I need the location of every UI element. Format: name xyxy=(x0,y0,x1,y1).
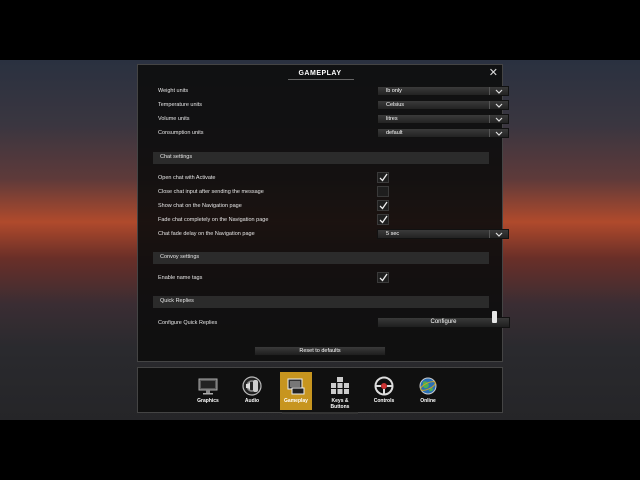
category-keys-buttons[interactable]: Keys & Buttons xyxy=(324,372,356,410)
fade-chat-checkbox[interactable] xyxy=(377,214,389,225)
chevron-down-icon xyxy=(489,129,508,137)
weight-units-dropdown[interactable]: lb only xyxy=(377,86,509,96)
open-chat-row: Open chat with Activate xyxy=(158,172,490,185)
temperature-units-label: Temperature units xyxy=(158,102,203,108)
close-chat-label: Close chat input after sending the messa… xyxy=(158,189,264,195)
fade-delay-dropdown[interactable]: 5 sec xyxy=(377,229,509,239)
checkmark-icon xyxy=(379,273,388,282)
temperature-units-row: Temperature units Celsius xyxy=(158,100,509,112)
fade-delay-label: Chat fade delay on the Navigation page xyxy=(158,231,255,237)
monitor-icon xyxy=(198,378,218,395)
category-graphics[interactable]: Graphics xyxy=(192,372,224,410)
show-chat-checkbox[interactable] xyxy=(377,200,389,211)
chevron-down-icon xyxy=(489,115,508,123)
section-title: Chat settings xyxy=(160,154,193,160)
steering-wheel-icon xyxy=(374,376,394,396)
configure-quick-replies-row: Configure Quick Replies Configure xyxy=(158,317,510,330)
category-controls[interactable]: Controls xyxy=(368,372,400,410)
close-icon[interactable]: ✕ xyxy=(489,67,498,79)
letterbox-bottom xyxy=(0,420,640,480)
category-label: Keys & Buttons xyxy=(330,398,350,410)
category-online[interactable]: Online xyxy=(412,372,444,410)
checkmark-icon xyxy=(379,215,388,224)
name-tags-label: Enable name tags xyxy=(158,275,203,281)
category-label: Gameplay xyxy=(284,398,308,404)
weight-units-label: Weight units xyxy=(158,88,189,94)
keyboard-icon xyxy=(331,377,349,394)
category-bar: Graphics Audio Gameplay Keys & Buttons C… xyxy=(137,367,503,413)
dropdown-value: Celsius xyxy=(386,102,405,108)
close-chat-row: Close chat input after sending the messa… xyxy=(158,186,490,199)
chevron-down-icon xyxy=(489,101,508,109)
letterbox-top xyxy=(0,0,640,60)
category-audio[interactable]: Audio xyxy=(236,372,268,410)
fade-delay-row: Chat fade delay on the Navigation page 5… xyxy=(158,229,509,241)
volume-units-label: Volume units xyxy=(158,116,190,122)
name-tags-checkbox[interactable] xyxy=(377,272,389,283)
dropdown-value: lb only xyxy=(386,88,402,94)
volume-units-dropdown[interactable]: litres xyxy=(377,114,509,124)
show-chat-row: Show chat on the Navigation page xyxy=(158,200,490,213)
name-tags-row: Enable name tags xyxy=(158,272,490,285)
speaker-icon xyxy=(242,376,262,396)
section-title: Quick Replies xyxy=(160,298,194,304)
chevron-down-icon xyxy=(489,87,508,95)
configure-button[interactable]: Configure xyxy=(377,317,510,328)
category-bar-notch xyxy=(282,412,358,414)
dropdown-value: default xyxy=(386,130,403,136)
weight-units-row: Weight units lb only xyxy=(158,86,509,98)
gameplay-icon xyxy=(287,378,305,395)
show-chat-label: Show chat on the Navigation page xyxy=(158,203,242,209)
checkmark-icon xyxy=(379,173,388,182)
category-label: Online xyxy=(420,398,436,404)
reset-to-defaults-button[interactable]: Reset to defaults xyxy=(254,346,386,356)
category-label: Controls xyxy=(373,398,395,404)
chevron-down-icon xyxy=(489,230,508,238)
fade-chat-label: Fade chat completely on the Navigation p… xyxy=(158,217,269,223)
volume-units-row: Volume units litres xyxy=(158,114,509,126)
category-label: Audio xyxy=(244,398,260,404)
scrollbar-thumb[interactable] xyxy=(492,311,497,323)
convoy-settings-header: Convoy settings xyxy=(153,252,489,264)
title-underline xyxy=(288,79,354,80)
section-title: Convoy settings xyxy=(160,254,200,260)
consumption-units-row: Consumption units default xyxy=(158,128,509,140)
quick-replies-header: Quick Replies xyxy=(153,296,489,308)
panel-title: GAMEPLAY xyxy=(298,70,342,77)
settings-panel: GAMEPLAY ✕ Weight units lb only Temperat… xyxy=(137,64,510,362)
consumption-units-label: Consumption units xyxy=(158,130,204,136)
globe-icon xyxy=(419,377,437,395)
category-gameplay[interactable]: Gameplay xyxy=(280,372,312,410)
category-label: Graphics xyxy=(197,398,219,404)
chat-settings-header: Chat settings xyxy=(153,152,489,164)
close-chat-checkbox[interactable] xyxy=(377,186,389,197)
consumption-units-dropdown[interactable]: default xyxy=(377,128,509,138)
dropdown-value: litres xyxy=(386,116,398,122)
fade-chat-row: Fade chat completely on the Navigation p… xyxy=(158,214,490,227)
open-chat-checkbox[interactable] xyxy=(377,172,389,183)
dropdown-value: 5 sec xyxy=(386,231,400,237)
configure-quick-replies-label: Configure Quick Replies xyxy=(158,320,218,326)
checkmark-icon xyxy=(379,201,388,210)
open-chat-label: Open chat with Activate xyxy=(158,175,216,181)
temperature-units-dropdown[interactable]: Celsius xyxy=(377,100,509,110)
